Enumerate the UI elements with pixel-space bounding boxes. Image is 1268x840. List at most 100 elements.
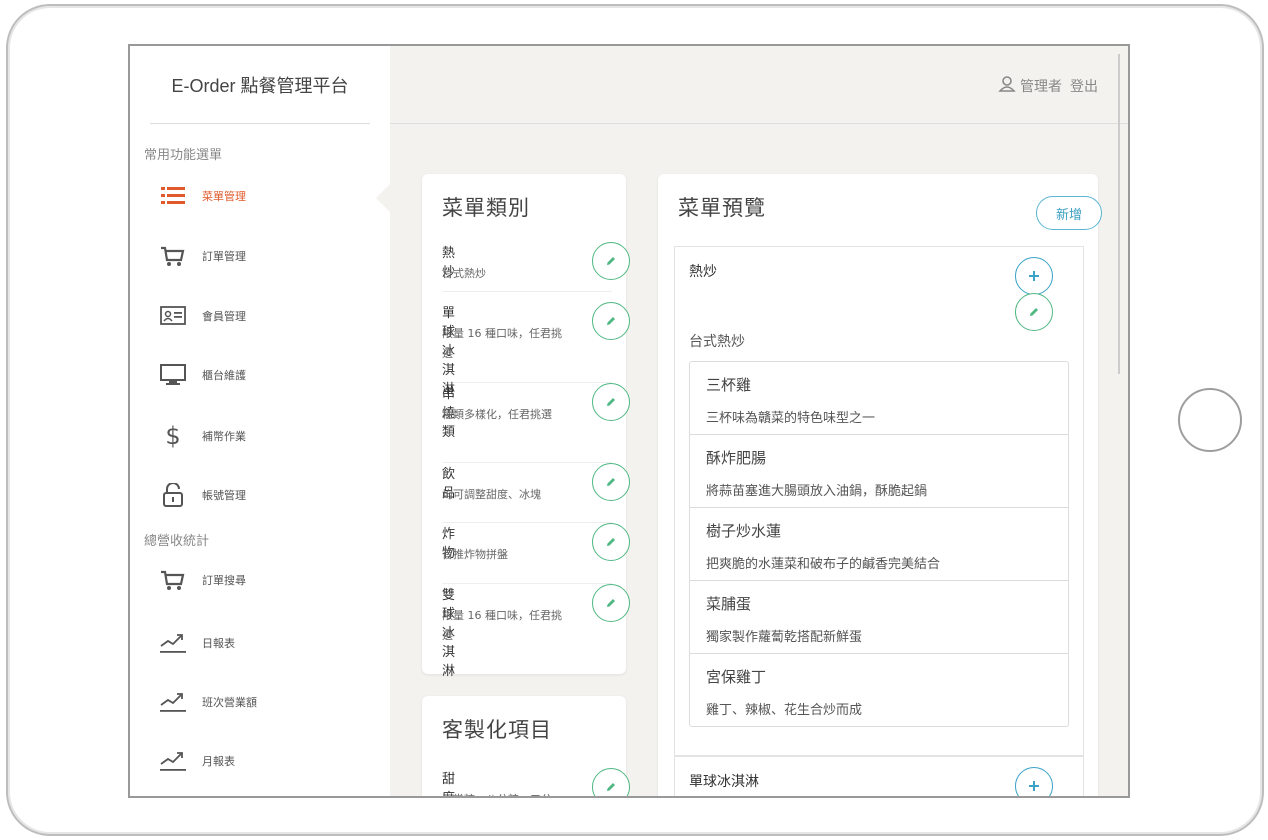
user-name: 管理者: [1020, 79, 1062, 95]
trend-icon: [158, 749, 188, 773]
sidebar-item-monthly-report[interactable]: 月報表: [158, 746, 235, 776]
sidebar-item-counter-maintenance[interactable]: 櫃台維護: [158, 360, 246, 390]
edit-category-button[interactable]: [592, 302, 630, 340]
sidebar-item-label: 日報表: [202, 637, 235, 650]
sidebar-item-label: 訂單管理: [202, 250, 246, 263]
group-name: 熱炒: [689, 264, 717, 280]
logout-link[interactable]: 登出: [1070, 76, 1098, 96]
menu-item-desc: 雞丁、辣椒、花生合炒而成: [706, 703, 863, 718]
plus-icon: [1029, 781, 1039, 791]
user-icon: [998, 76, 1016, 96]
menu-item[interactable]: 三杯雞 三杯味為贛菜的特色味型之一: [690, 362, 1068, 435]
category-desc: 首推炸物拼盤: [442, 548, 508, 561]
menu-item-name: 三杯雞: [706, 376, 752, 394]
pencil-icon: [607, 599, 615, 607]
edit-category-button[interactable]: [592, 242, 630, 280]
group-desc: 台式熱炒: [689, 334, 745, 350]
menu-group-single-scoop: 單球冰淇淋: [674, 756, 1084, 796]
sidebar-item-account-management[interactable]: 帳號管理: [158, 480, 246, 510]
menu-item[interactable]: 酥炸肥腸 將蒜苗塞進大腸頭放入油鍋，酥脆起鍋: [690, 435, 1068, 508]
active-indicator: [376, 184, 390, 212]
trend-icon: [158, 631, 188, 655]
pencil-icon: [607, 783, 615, 791]
add-item-button[interactable]: [1015, 767, 1053, 796]
home-button[interactable]: [1178, 388, 1242, 452]
menu-item-list: 三杯雞 三杯味為贛菜的特色味型之一 酥炸肥腸 將蒜苗塞進大腸頭放入油鍋，酥脆起鍋…: [689, 361, 1069, 727]
category-desc: 種類多樣化，任君挑選: [442, 408, 552, 421]
user-area: 管理者 登出: [998, 76, 1098, 96]
section-revenue-stats: 總營收統計: [144, 534, 210, 549]
menu-group-hot-stir-fry: 熱炒 台式熱炒 三杯雞 三杯味為贛菜的特色味型之一 酥炸肥腸 將蒜苗塞進大腸頭放…: [674, 246, 1084, 756]
sidebar-item-label: 櫃台維護: [202, 369, 246, 382]
menu-item-desc: 把爽脆的水蓮菜和破布子的鹹香完美結合: [706, 557, 941, 572]
category-card: 菜單類別 熱炒 台式熱炒 單球冰淇淋 限量 16 種口味，任君挑選 串燒類 種類…: [422, 174, 630, 679]
sidebar: E-Order 點餐管理平台 常用功能選單 菜單管理 訂單管理 會員管理 櫃台維: [130, 46, 390, 796]
scrollbar[interactable]: [1118, 54, 1120, 374]
category-desc: 正常糖、八分糖、五分: [442, 790, 572, 796]
id-card-icon: [158, 304, 188, 328]
category-desc: 限量 16 種口味，任君挑選: [442, 609, 562, 642]
pencil-icon: [607, 478, 615, 486]
sidebar-item-label: 菜單管理: [202, 190, 246, 203]
pencil-icon: [607, 317, 615, 325]
pencil-icon: [607, 538, 615, 546]
new-button[interactable]: 新增: [1036, 196, 1102, 230]
list-icon: [158, 184, 188, 208]
pencil-icon: [1030, 308, 1038, 316]
cart-icon: [158, 568, 188, 592]
trend-icon: [158, 690, 188, 714]
custom-item[interactable]: 甜度選擇 正常糖、八分糖、五分: [442, 768, 630, 796]
sidebar-item-label: 班次營業額: [202, 696, 257, 709]
category-item[interactable]: 串燒類 種類多樣化，任君挑選: [442, 383, 630, 463]
edit-group-button[interactable]: [1015, 293, 1053, 331]
category-item[interactable]: 熱炒 台式熱炒: [442, 242, 630, 292]
edit-custom-button[interactable]: [592, 768, 630, 796]
menu-preview-card: 菜單預覽 新增 熱炒 台式熱炒 三杯雞 三杯味為贛菜的特色味型之一 酥炸肥腸 將…: [658, 174, 1102, 796]
menu-item[interactable]: 菜脯蛋 獨家製作蘿蔔乾搭配新鮮蛋: [690, 581, 1068, 654]
menu-item-desc: 將蒜苗塞進大腸頭放入油鍋，酥脆起鍋: [706, 484, 928, 499]
preview-title: 菜單預覽: [678, 196, 766, 220]
sidebar-item-menu-management[interactable]: 菜單管理: [158, 181, 246, 211]
category-item[interactable]: 炸物 首推炸物拼盤: [442, 523, 630, 584]
dollar-icon: $: [158, 423, 188, 449]
section-common-functions: 常用功能選單: [144, 148, 223, 163]
svg-text:$: $: [165, 423, 180, 449]
edit-category-button[interactable]: [592, 463, 630, 501]
menu-item-name: 菜脯蛋: [706, 595, 752, 613]
category-card-title: 菜單類別: [442, 196, 530, 220]
sidebar-item-order-search[interactable]: 訂單搜尋: [158, 565, 246, 595]
pencil-icon: [607, 398, 615, 406]
custom-card-title: 客製化項目: [442, 718, 552, 742]
menu-item-name: 酥炸肥腸: [706, 449, 767, 467]
menu-item[interactable]: 樹子炒水蓮 把爽脆的水蓮菜和破布子的鹹香完美結合: [690, 508, 1068, 581]
sidebar-item-daily-report[interactable]: 日報表: [158, 628, 235, 658]
sidebar-item-label: 會員管理: [202, 310, 246, 323]
menu-item-name: 樹子炒水蓮: [706, 522, 782, 540]
menu-item-desc: 三杯味為贛菜的特色味型之一: [706, 411, 876, 426]
plus-icon: [1029, 271, 1039, 281]
edit-category-button[interactable]: [592, 383, 630, 421]
menu-item-name: 宮保雞丁: [706, 668, 767, 686]
category-item[interactable]: 飲品 均可調整甜度、冰塊: [442, 463, 630, 523]
pencil-icon: [607, 257, 615, 265]
custom-card: 客製化項目 甜度選擇 正常糖、八分糖、五分: [422, 696, 630, 796]
sidebar-item-token-refill[interactable]: $ 補幣作業: [158, 421, 246, 451]
sidebar-item-shift-revenue[interactable]: 班次營業額: [158, 687, 257, 717]
menu-item[interactable]: 宮保雞丁 雞丁、辣椒、花生合炒而成: [690, 654, 1068, 727]
category-item[interactable]: 單球冰淇淋 限量 16 種口味，任君挑選: [442, 302, 630, 397]
group-name: 單球冰淇淋: [689, 774, 759, 790]
brand-title: E-Order 點餐管理平台: [150, 46, 370, 124]
edit-category-button[interactable]: [592, 523, 630, 561]
menu-item-desc: 獨家製作蘿蔔乾搭配新鮮蛋: [706, 630, 863, 645]
sidebar-item-label: 帳號管理: [202, 489, 246, 502]
monitor-icon: [158, 363, 188, 387]
edit-category-button[interactable]: [592, 584, 630, 622]
add-item-button[interactable]: [1015, 257, 1053, 295]
category-desc: 均可調整甜度、冰塊: [442, 488, 541, 501]
sidebar-item-member-management[interactable]: 會員管理: [158, 301, 246, 331]
top-bar: 管理者 登出: [390, 46, 1128, 124]
category-desc: 台式熱炒: [442, 267, 486, 280]
category-item[interactable]: 雙球冰淇淋 限量 16 種口味，任君挑選: [442, 584, 630, 679]
cart-icon: [158, 244, 188, 268]
sidebar-item-order-management[interactable]: 訂單管理: [158, 241, 246, 271]
